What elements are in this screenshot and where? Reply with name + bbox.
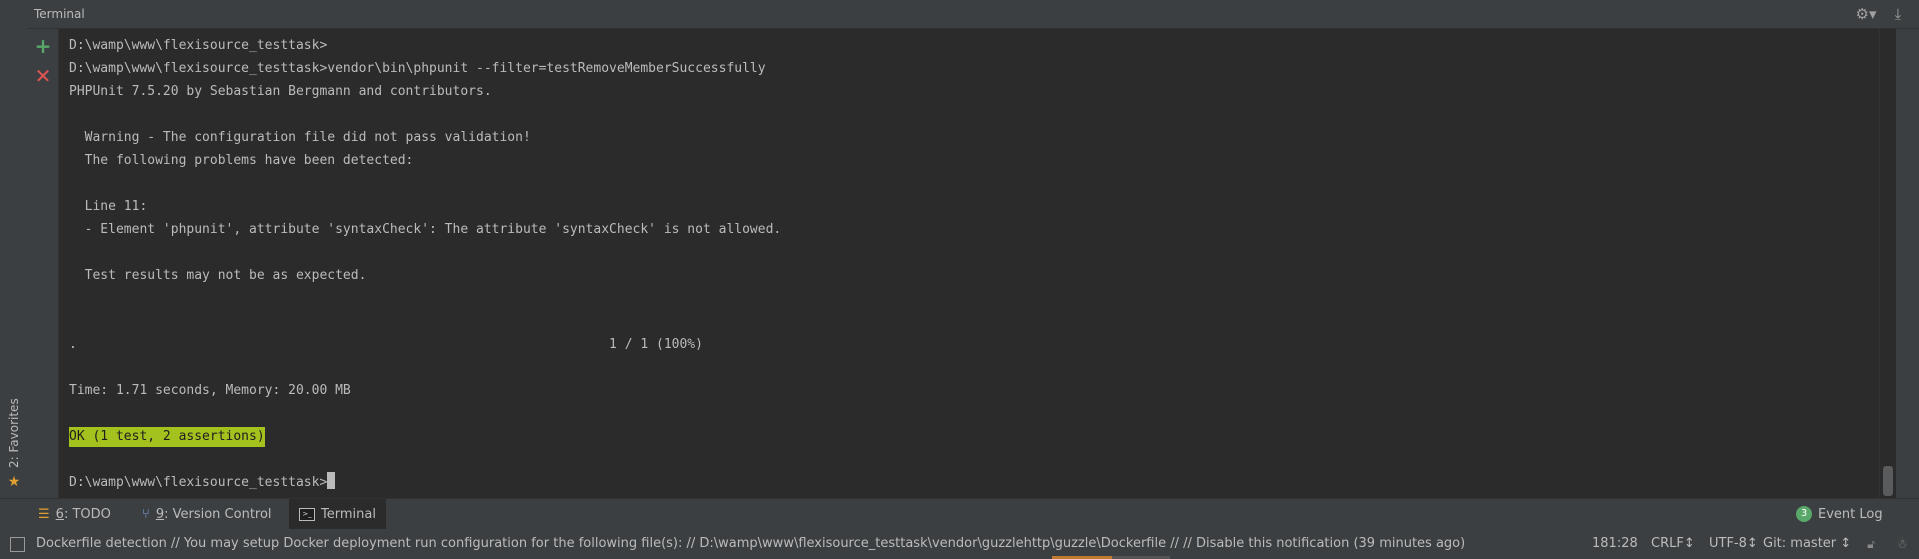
close-icon[interactable]: ✕: [32, 65, 54, 87]
tab-todo[interactable]: ☰ 6: TODO: [28, 499, 121, 529]
terminal-title: Terminal: [34, 7, 85, 21]
terminal-ok-row: OK (1 test, 2 assertions): [69, 425, 1879, 448]
right-tool-strip: [1896, 29, 1919, 498]
lock-icon[interactable]: 🔓︎: [1864, 537, 1878, 551]
gear-icon[interactable]: ⚙▾: [1855, 4, 1877, 24]
hide-panel-icon[interactable]: ⤓: [1887, 4, 1909, 24]
tab-vc-mnemonic: 9: [155, 506, 165, 522]
status-bar: Dockerfile detection // You may setup Do…: [0, 529, 1919, 559]
git-branch[interactable]: Git: master ↕: [1763, 529, 1851, 559]
terminal-empty-line: [69, 448, 1879, 471]
tab-todo-mnemonic: 6: [55, 506, 64, 522]
terminal-line: Test results may not be as expected.: [69, 268, 367, 283]
terminal-icon: >_: [299, 507, 315, 521]
text-cursor: [327, 472, 336, 489]
caret-position[interactable]: 181:28: [1592, 529, 1638, 559]
terminal-output[interactable]: D:\wamp\www\flexisource_testtask> D:\wam…: [59, 29, 1879, 498]
tab-terminal-label: Terminal: [321, 506, 376, 522]
terminal-header-actions: ⚙▾ ⤓: [1855, 4, 1909, 24]
left-tool-strip: ★ 2: Favorites: [0, 0, 29, 498]
plus-icon[interactable]: +: [32, 35, 54, 57]
terminal-line: Line 11:: [69, 199, 148, 214]
event-log-label: Event Log: [1818, 506, 1883, 522]
status-message[interactable]: Dockerfile detection // You may setup Do…: [36, 529, 1465, 559]
terminal-header: Terminal ⚙▾ ⤓: [28, 0, 1919, 29]
tab-vc-label: : Version Control: [164, 506, 272, 522]
tab-version-control[interactable]: ⑂ 9: Version Control: [132, 499, 282, 529]
terminal-line: Warning - The configuration file did not…: [69, 130, 531, 145]
terminal-side-toolbar: + ✕: [28, 29, 59, 498]
favorites-tab[interactable]: ★ 2: Favorites: [4, 395, 24, 490]
ide-window: ★ 2: Favorites Terminal ⚙▾ ⤓ + ✕ D:\wamp…: [0, 0, 1919, 559]
terminal-prompt: D:\wamp\www\flexisource_testtask>: [69, 475, 328, 490]
terminal-line: D:\wamp\www\flexisource_testtask>: [69, 38, 328, 53]
inspector-icon[interactable]: ☃︎: [1895, 537, 1909, 551]
terminal-scrollbar[interactable]: [1879, 29, 1896, 498]
branch-icon: ⑂: [142, 506, 150, 522]
terminal-line: The following problems have been detecte…: [69, 153, 414, 168]
tab-terminal[interactable]: >_ Terminal: [289, 499, 386, 529]
tab-todo-text: 6: TODO: [56, 507, 111, 522]
terminal-line: Time: 1.71 seconds, Memory: 20.00 MB: [69, 383, 351, 398]
event-count-badge: 3: [1796, 506, 1812, 522]
line-separator[interactable]: CRLF↕: [1651, 529, 1695, 559]
terminal-line: - Element 'phpunit', attribute 'syntaxCh…: [69, 222, 782, 237]
tool-window-tabs: ☰ 6: TODO ⑂ 9: Version Control >_ Termin…: [0, 498, 1919, 530]
terminal-line: PHPUnit 7.5.20 by Sebastian Bergmann and…: [69, 84, 492, 99]
toggle-tool-windows-icon[interactable]: [10, 537, 25, 552]
todo-icon: ☰: [38, 506, 50, 522]
terminal-line: . 1 / 1 (100%): [69, 337, 703, 352]
terminal-line: D:\wamp\www\flexisource_testtask>vendor\…: [69, 61, 766, 76]
terminal-prompt-row: D:\wamp\www\flexisource_testtask>: [69, 471, 1879, 494]
event-log-button[interactable]: 3 Event Log: [1786, 499, 1893, 529]
terminal-lines: D:\wamp\www\flexisource_testtask> D:\wam…: [59, 29, 1879, 494]
star-icon: ★: [6, 474, 22, 490]
ok-result: OK (1 test, 2 assertions): [69, 427, 265, 447]
file-encoding[interactable]: UTF-8↕: [1709, 529, 1758, 559]
tab-todo-label: : TODO: [63, 506, 111, 522]
scrollbar-thumb[interactable]: [1883, 466, 1893, 496]
favorites-label: 2: Favorites: [7, 398, 21, 468]
tab-vc-text: 9: Version Control: [156, 507, 272, 522]
